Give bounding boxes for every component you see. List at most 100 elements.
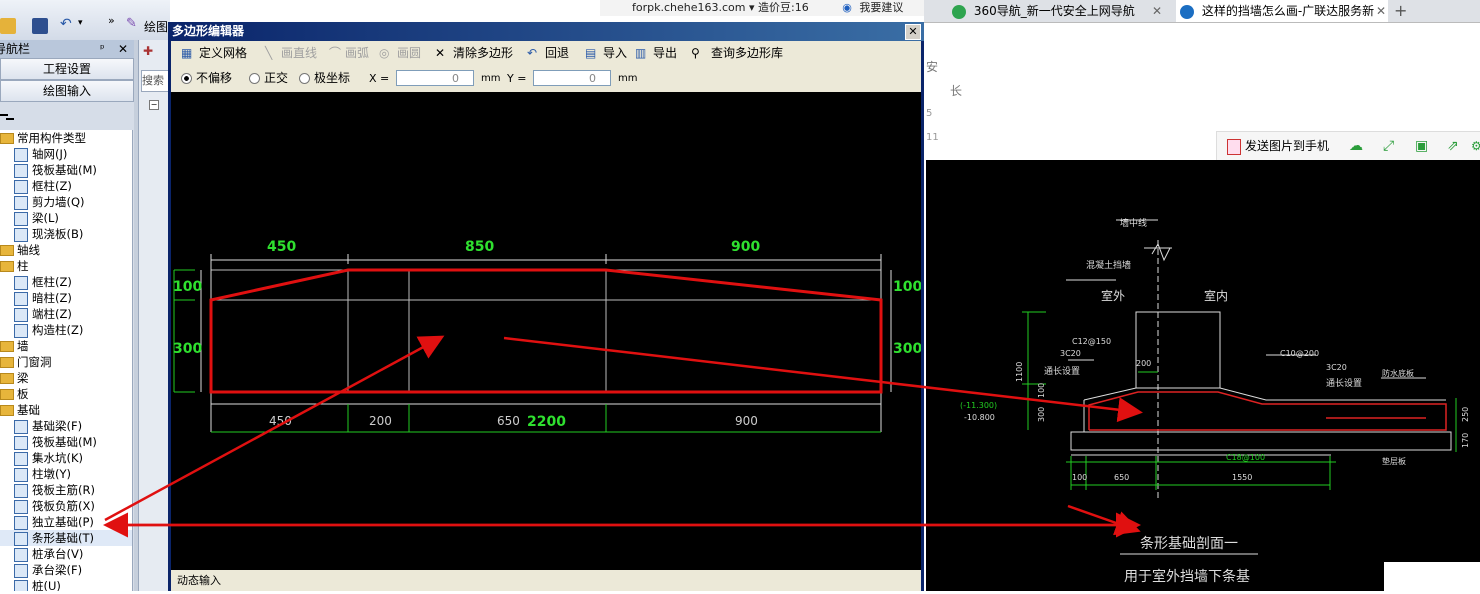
tree-item[interactable]: 柱墩(Y): [0, 466, 132, 482]
tree-item[interactable]: 筏板负筋(X): [0, 498, 132, 514]
component-icon: [14, 275, 28, 290]
tree-item[interactable]: 梁(L): [0, 210, 132, 226]
radio-off-icon: [299, 73, 310, 84]
component-icon: [14, 211, 28, 226]
suggest-link[interactable]: 我要建议: [859, 1, 903, 14]
open-folder-icon[interactable]: [0, 18, 16, 34]
tree-item[interactable]: 桩承台(V): [0, 546, 132, 562]
tree-item[interactable]: 轴网(J): [0, 146, 132, 162]
component-icon: [14, 467, 28, 482]
tree-folder[interactable]: 常用构件类型: [0, 130, 132, 146]
close-tab-icon[interactable]: ✕: [1375, 0, 1386, 22]
y-unit: mm: [618, 73, 638, 84]
tree-folder[interactable]: 板: [0, 386, 132, 402]
tree-item-label: 筏板主筋(R): [32, 483, 95, 497]
collapse-tree-icon[interactable]: [0, 110, 14, 120]
tree-item[interactable]: 桩(U): [0, 578, 132, 591]
no-offset-radio[interactable]: 不偏移: [181, 65, 232, 92]
polar-radio[interactable]: 极坐标: [299, 65, 350, 92]
tree-folder[interactable]: 墙: [0, 338, 132, 354]
collapse-node-icon[interactable]: −: [149, 100, 159, 110]
new-tab-button[interactable]: +: [1394, 0, 1410, 22]
tree-item[interactable]: 承台梁(F): [0, 562, 132, 578]
draw-input-button[interactable]: 绘图输入: [0, 80, 134, 102]
dialog-title: 多边形编辑器: [168, 22, 924, 41]
draw-circle-button[interactable]: 画圆: [397, 41, 421, 65]
define-grid-button[interactable]: 定义网格: [199, 41, 247, 65]
save-icon[interactable]: [32, 18, 48, 34]
dim-right-2: 300: [893, 341, 921, 357]
close-icon[interactable]: ✕: [118, 40, 128, 58]
tree-item[interactable]: 剪力墙(Q): [0, 194, 132, 210]
drawing-canvas[interactable]: 450 850 900 450 200 650 900 2200 100 300…: [171, 92, 922, 570]
close-icon[interactable]: ✕: [905, 24, 921, 40]
tree-item[interactable]: 基础梁(F): [0, 418, 132, 434]
query-library-button[interactable]: 查询多边形库: [711, 41, 783, 65]
tree-item-label: 常用构件类型: [17, 131, 86, 145]
draw-arc-button[interactable]: 画弧: [345, 41, 369, 65]
new-icon[interactable]: ✚: [143, 44, 153, 58]
tree-item[interactable]: 构造柱(Z): [0, 322, 132, 338]
export-button[interactable]: 导出: [653, 41, 677, 65]
tree-item[interactable]: 暗柱(Z): [0, 290, 132, 306]
tree-item[interactable]: 独立基础(P): [0, 514, 132, 530]
label-rebar-right2: 3C20: [1326, 363, 1347, 372]
orthogonal-radio[interactable]: 正交: [249, 65, 288, 92]
tree-folder[interactable]: 轴线: [0, 242, 132, 258]
tab-360-nav[interactable]: 360导航_新一代安全上网导航 ✕: [952, 0, 1172, 22]
x-input[interactable]: 0: [396, 70, 474, 86]
more-icon[interactable]: »: [108, 14, 115, 27]
tree-item-label: 轴网(J): [32, 147, 68, 161]
send-to-phone-button[interactable]: 发送图片到手机: [1245, 132, 1329, 160]
main-toolbar: ↶ ▾ » ✎ 绘图: [0, 0, 170, 41]
import-button[interactable]: 导入: [603, 41, 627, 65]
project-settings-button[interactable]: 工程设置: [0, 58, 134, 80]
folder-icon: [0, 405, 14, 416]
tree-item[interactable]: 筏板主筋(R): [0, 482, 132, 498]
tree-item[interactable]: 条形基础(T): [0, 530, 132, 546]
component-icon: [14, 547, 28, 562]
undo-button[interactable]: 回退: [545, 41, 569, 65]
tree-item[interactable]: 框柱(Z): [0, 178, 132, 194]
label-dim-170: 170: [1461, 433, 1470, 448]
pin-icon[interactable]: ᵖ: [100, 40, 105, 58]
tree-item[interactable]: 筏板基础(M): [0, 434, 132, 450]
component-icon: [14, 195, 28, 210]
fullscreen-icon[interactable]: ⤢: [1383, 132, 1394, 160]
label-dim-650: 650: [1114, 473, 1129, 482]
settings-icon[interactable]: ⚙: [1471, 132, 1480, 160]
y-input[interactable]: 0: [533, 70, 611, 86]
search-panel: ✚ 搜索 −: [138, 40, 173, 591]
undo-icon[interactable]: ↶: [60, 16, 72, 32]
glodon-icon: [1180, 4, 1194, 19]
polygon-editor-dialog: 多边形编辑器 ✕ ▦ 定义网格 ╲ 画直线 ⌒ 画弧 ◎ 画圆 ✕ 清除多边形 …: [168, 22, 924, 591]
partial-text-2: 长: [950, 84, 963, 98]
tree-item[interactable]: 框柱(Z): [0, 274, 132, 290]
label-rebar-right: C10@200: [1280, 349, 1319, 358]
tree-folder[interactable]: 柱: [0, 258, 132, 274]
tree-folder[interactable]: 门窗洞: [0, 354, 132, 370]
share-icon[interactable]: ⇗: [1447, 132, 1459, 160]
save-image-icon[interactable]: ▣: [1415, 132, 1428, 160]
tree-item[interactable]: 集水坑(K): [0, 450, 132, 466]
label-elev2: -10.800: [964, 413, 995, 422]
tree-item[interactable]: 现浇板(B): [0, 226, 132, 242]
forum-top-strip: forpk.chehe163.com ▾ 造价豆:16 ◉ 我要建议: [600, 0, 924, 16]
tree-folder[interactable]: 梁: [0, 370, 132, 386]
dynamic-input-label[interactable]: 动态输入: [177, 574, 221, 587]
dim-bottom-1: 450: [269, 414, 292, 428]
component-icon: [14, 291, 28, 306]
cloud-icon[interactable]: ☁: [1349, 132, 1363, 160]
draw-line-button[interactable]: 画直线: [281, 41, 317, 65]
caption-usage: 用于室外挡墙下条基: [1124, 568, 1250, 585]
chevron-down-icon[interactable]: ▾: [78, 18, 83, 28]
tree-folder[interactable]: 基础: [0, 402, 132, 418]
clear-polygon-button[interactable]: 清除多边形: [453, 41, 513, 65]
component-icon: [14, 179, 28, 194]
tree-item[interactable]: 筏板基础(M): [0, 162, 132, 178]
tree-item[interactable]: 端柱(Z): [0, 306, 132, 322]
close-tab-icon[interactable]: ✕: [1152, 0, 1162, 22]
tab-glodon-forum[interactable]: 这样的挡墙怎么画-广联达服务新 ✕: [1176, 0, 1388, 22]
draw-menu-label[interactable]: 绘图: [144, 18, 168, 35]
label-concrete-wall: 混凝土挡墙: [1086, 259, 1131, 271]
